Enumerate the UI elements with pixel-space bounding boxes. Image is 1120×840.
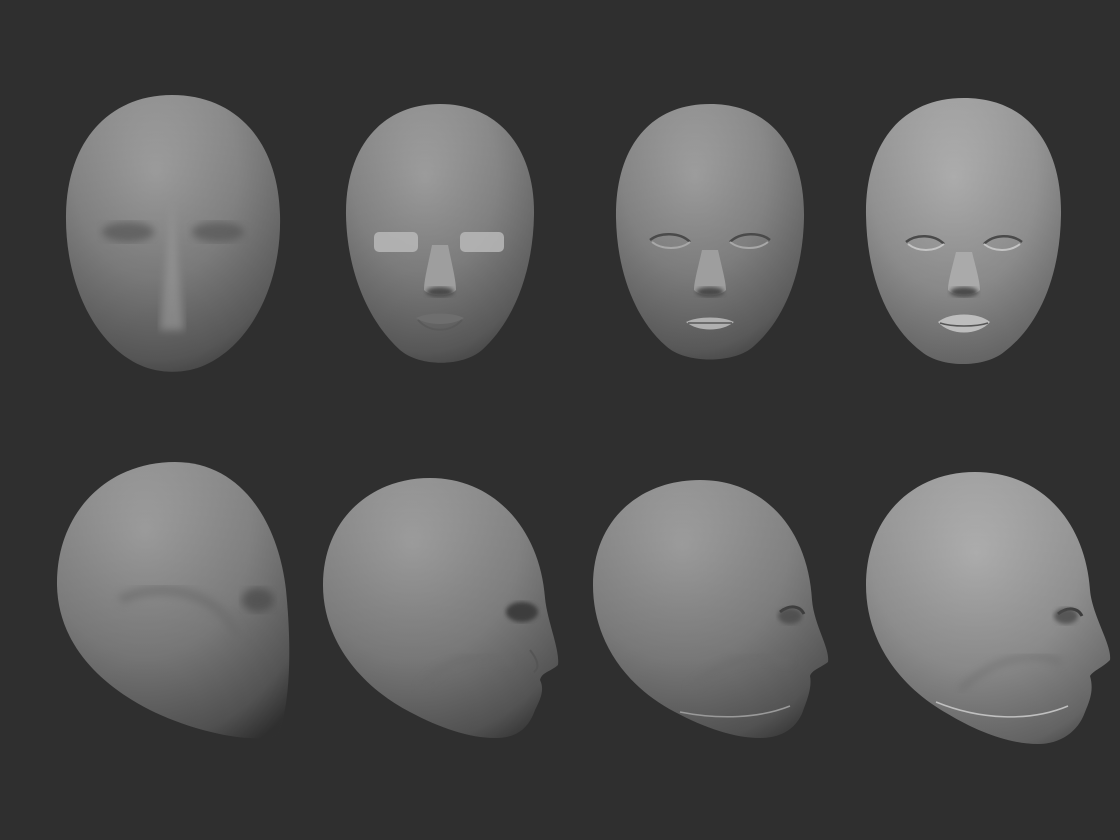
sculpt-viewport bbox=[0, 0, 1120, 840]
sculpt-render bbox=[0, 0, 1120, 840]
